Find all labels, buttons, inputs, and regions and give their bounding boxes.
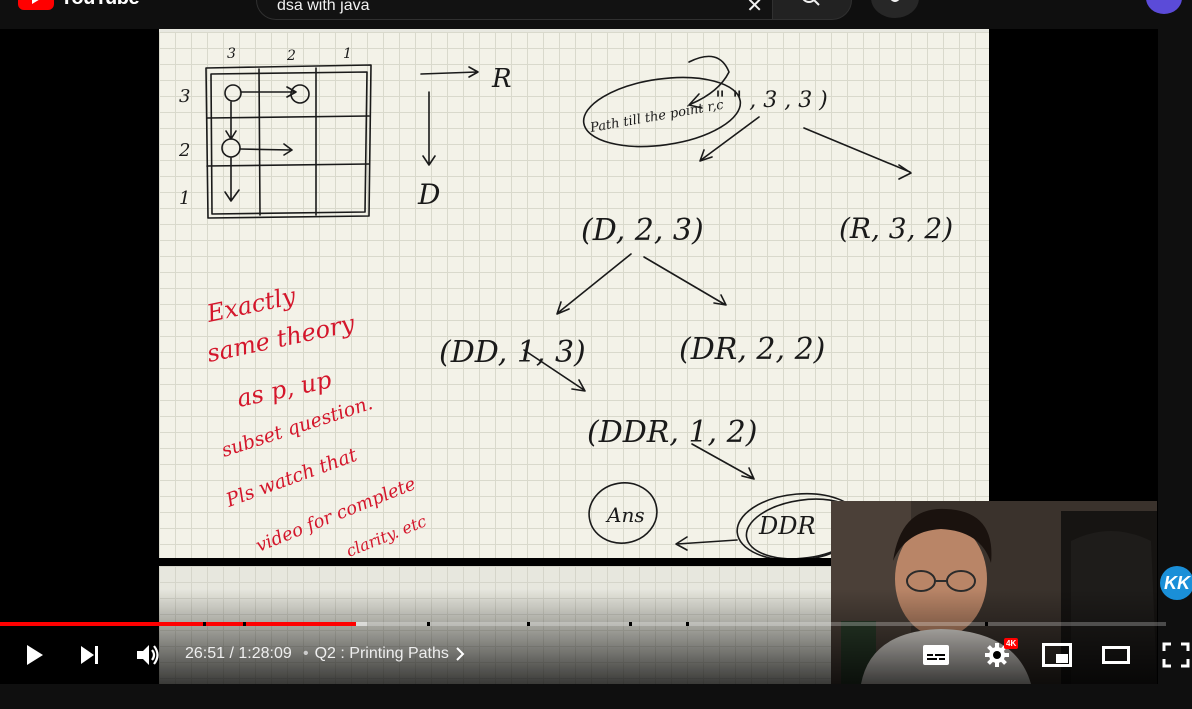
top-bar: YouTube dsa with java ✕ xyxy=(0,0,1192,29)
chapter-marker xyxy=(629,622,632,626)
avatar[interactable] xyxy=(1146,0,1182,14)
quality-badge: 4K xyxy=(1004,638,1019,649)
miniplayer-button[interactable] xyxy=(1041,640,1073,670)
channel-watermark[interactable]: KK xyxy=(1160,566,1192,600)
red-note-line-7: clarity. etc xyxy=(343,511,429,558)
play-button[interactable] xyxy=(20,640,48,670)
time-separator: / xyxy=(229,645,234,662)
subtitles-icon xyxy=(923,645,949,665)
path-note: Path till the point r,c xyxy=(588,98,725,137)
youtube-logo[interactable]: YouTube xyxy=(18,0,140,10)
node-r: (R, 3, 2) xyxy=(839,212,953,245)
theater-mode-button[interactable] xyxy=(1101,640,1131,670)
clear-search-icon[interactable]: ✕ xyxy=(746,0,763,18)
legend-right-label: R xyxy=(491,64,512,94)
chapter-marker xyxy=(243,622,246,626)
search-button[interactable] xyxy=(772,0,852,20)
node-ddr: (DDR, 1, 2) xyxy=(587,415,757,450)
duration: 1:28:09 xyxy=(238,645,292,662)
chapter-marker xyxy=(985,622,988,626)
search-value: dsa with java xyxy=(277,0,370,14)
video-player[interactable]: 3 2 1 3 2 1 R D " " , 3 , 3 ) Path till … xyxy=(0,29,1158,684)
chevron-right-icon xyxy=(456,647,465,661)
chapter-title: Q2 : Printing Paths xyxy=(314,645,449,662)
grid-label-left-1: 1 xyxy=(179,188,190,209)
search-icon xyxy=(802,0,820,6)
current-time: 26:51 xyxy=(185,645,226,662)
skip-next-icon xyxy=(81,646,98,664)
grid-label-top-2: 2 xyxy=(286,48,296,64)
volume-button[interactable] xyxy=(133,640,163,670)
page-bottom xyxy=(0,684,1192,709)
grid-label-top-1: 1 xyxy=(343,46,352,62)
whiteboard-drawing: 3 2 1 3 2 1 R D " " , 3 , 3 ) Path till … xyxy=(178,46,953,558)
progress-buffered xyxy=(356,622,367,626)
create-video-icon[interactable] xyxy=(1017,0,1041,6)
notifications-icon[interactable] xyxy=(1080,0,1104,6)
chapter-bullet: • xyxy=(303,645,309,662)
next-button[interactable] xyxy=(76,640,104,670)
chapter-marker xyxy=(427,622,430,626)
grid-label-top-3: 3 xyxy=(227,46,236,62)
microphone-icon xyxy=(890,0,900,2)
chapter-button[interactable]: • Q2 : Printing Paths xyxy=(303,645,465,663)
volume-icon xyxy=(137,645,159,665)
subtitles-button[interactable] xyxy=(921,640,951,670)
node-ans: Ans xyxy=(605,503,645,527)
logo-text: YouTube xyxy=(60,0,140,10)
youtube-play-icon xyxy=(18,0,54,10)
node-dr: (DR, 2, 2) xyxy=(679,332,825,367)
legend-down-label: D xyxy=(417,178,440,211)
red-note-line-3: as p, up xyxy=(234,366,333,413)
play-icon xyxy=(27,645,43,665)
search-input[interactable]: dsa with java ✕ xyxy=(256,0,774,20)
voice-search-button[interactable] xyxy=(871,0,919,18)
red-note-line-1: Exactly xyxy=(203,282,298,328)
root-args: " " , 3 , 3 ) xyxy=(715,88,828,113)
progress-played xyxy=(0,622,356,626)
fullscreen-button[interactable] xyxy=(1160,640,1192,670)
theater-mode-icon xyxy=(1102,646,1130,664)
node-dd: (DD, 1, 3) xyxy=(439,335,586,370)
node-ddr-final: DDR xyxy=(758,512,816,540)
miniplayer-icon xyxy=(1042,643,1072,667)
fullscreen-icon xyxy=(1162,642,1190,668)
time-display: 26:51 / 1:28:09 xyxy=(185,645,292,663)
node-d: (D, 2, 3) xyxy=(581,213,704,248)
grid-label-left-2: 2 xyxy=(178,140,190,161)
chapter-marker xyxy=(527,622,530,626)
progress-bar[interactable] xyxy=(0,622,1166,626)
chapter-marker xyxy=(686,622,689,626)
chapter-marker xyxy=(203,622,206,626)
grid-label-left-3: 3 xyxy=(179,86,190,107)
